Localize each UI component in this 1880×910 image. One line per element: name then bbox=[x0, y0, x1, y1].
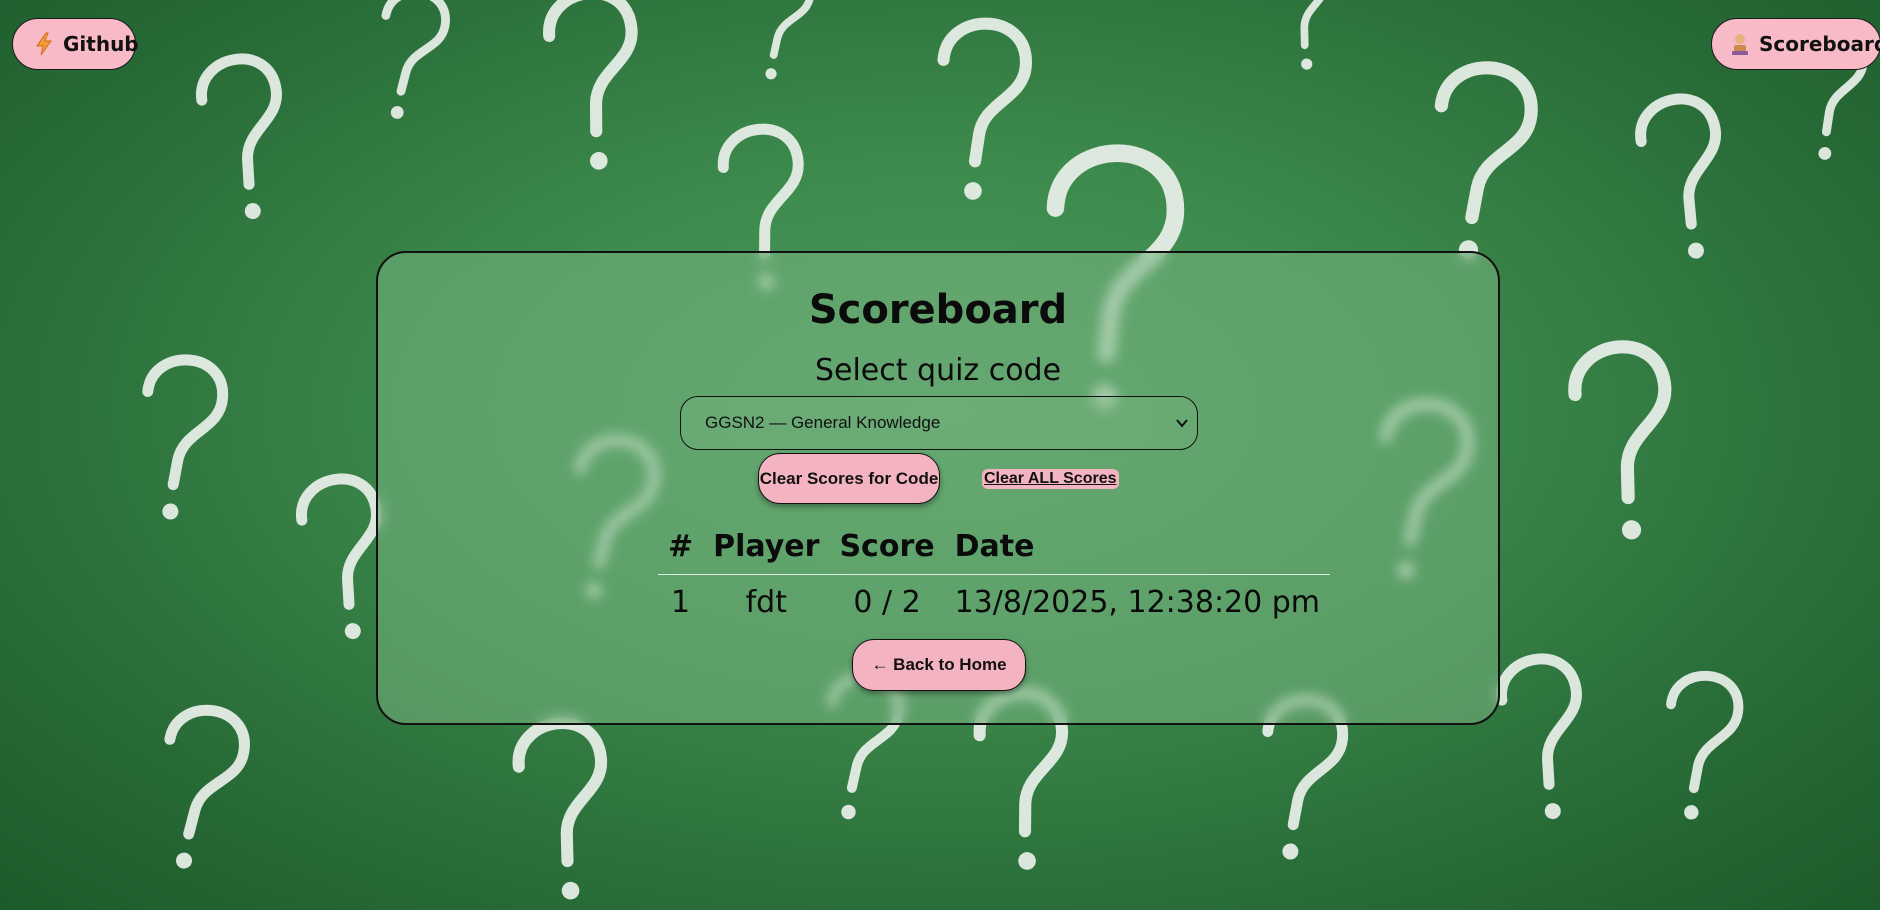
row-date: 13/8/2025, 12:38:20 pm bbox=[954, 585, 1321, 620]
scoreboard-card: Scoreboard Select quiz code GGSN2 — Gene… bbox=[376, 251, 1500, 725]
page-title: Scoreboard bbox=[808, 287, 1068, 333]
question-mark-decoration bbox=[1269, 0, 1330, 70]
github-button[interactable]: Github bbox=[12, 18, 139, 70]
clear-all-scores-button[interactable]: Clear ALL Scores bbox=[982, 469, 1119, 489]
table-row: 1 fdt 0 / 2 13/8/2025, 12:38:20 pm bbox=[658, 575, 1330, 631]
question-mark-decoration bbox=[1496, 653, 1582, 820]
clear-scores-for-code-button[interactable]: Clear Scores for Code bbox=[758, 453, 940, 504]
github-label: Github bbox=[63, 32, 139, 56]
question-mark-decoration bbox=[543, 0, 638, 170]
question-mark-decoration bbox=[1568, 340, 1672, 540]
column-header-rank: # bbox=[658, 515, 704, 575]
chevron-down-icon bbox=[1175, 415, 1189, 429]
question-mark-decoration bbox=[1666, 670, 1744, 820]
back-to-home-button[interactable]: ← Back to Home bbox=[852, 639, 1026, 691]
question-mark-decoration bbox=[142, 354, 228, 520]
question-mark-decoration bbox=[381, 0, 450, 119]
question-mark-decoration bbox=[164, 704, 250, 869]
question-mark-decoration bbox=[1635, 93, 1722, 259]
question-mark-decoration bbox=[754, 0, 815, 80]
question-mark-decoration bbox=[937, 17, 1032, 200]
row-player: fdt bbox=[745, 585, 787, 620]
quiz-code-selected-value: GGSN2 — General Knowledge bbox=[705, 413, 941, 432]
select-quiz-code-label: Select quiz code bbox=[814, 353, 1062, 388]
question-mark-decoration bbox=[1434, 61, 1538, 260]
row-rank: 1 bbox=[671, 585, 691, 620]
quiz-code-select[interactable]: GGSN2 — General Knowledge bbox=[680, 396, 1198, 450]
question-mark-decoration bbox=[196, 53, 282, 220]
scoreboard-nav-label: Scoreboard bbox=[1759, 32, 1880, 56]
lightning-icon bbox=[33, 32, 55, 56]
scores-table: # Player Score Date 1 fdt 0 / 2 13/8/202… bbox=[658, 515, 1331, 631]
row-score: 0 / 2 bbox=[853, 585, 921, 620]
column-header-date: Date bbox=[944, 515, 1331, 575]
scoreboard-nav-button[interactable]: Scoreboard bbox=[1711, 18, 1880, 70]
trophy-icon bbox=[1729, 32, 1751, 56]
table-header-row: # Player Score Date bbox=[658, 515, 1331, 575]
column-header-score: Score bbox=[829, 515, 945, 575]
question-mark-decoration bbox=[512, 716, 607, 900]
column-header-player: Player bbox=[703, 515, 830, 575]
